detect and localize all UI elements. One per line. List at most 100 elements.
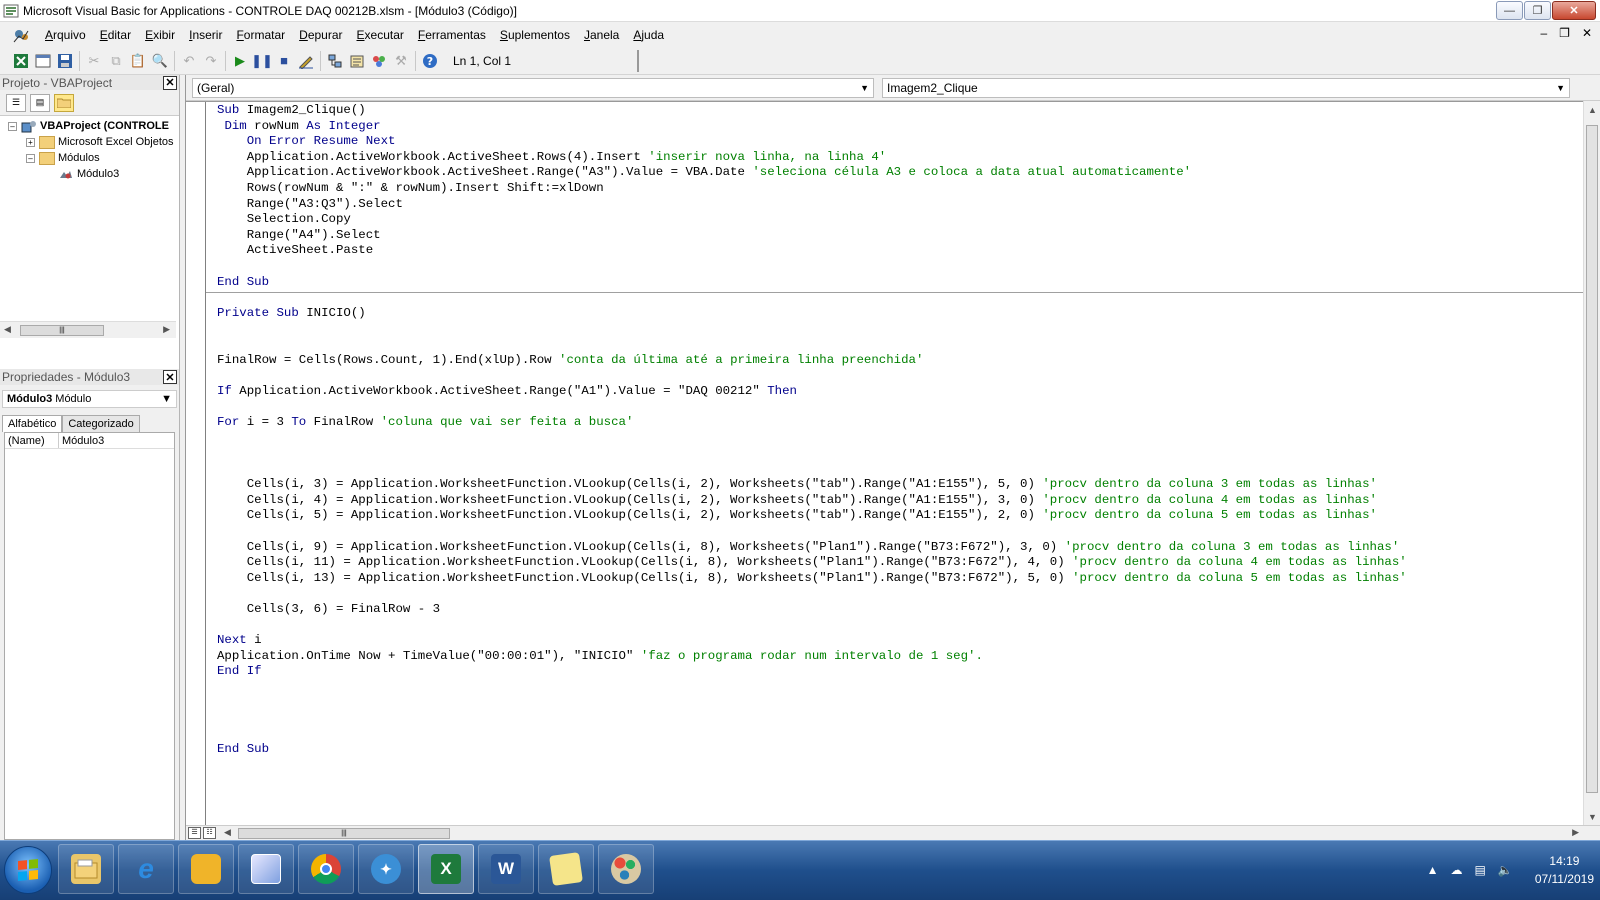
menu-ferramentas[interactable]: Ferramentas [411,28,493,42]
toggle-folders-button[interactable] [54,93,74,112]
scroll-right-arrow-icon[interactable]: ▶ [1572,827,1579,838]
menu-ajuda[interactable]: Ajuda [626,28,671,42]
scroll-left-arrow-icon[interactable]: ◀ [224,827,231,838]
paste-button[interactable]: 📋 [127,50,149,72]
tree-node-vbaproject[interactable]: – VBAProject (CONTROLE [8,118,169,134]
procedure-view-button[interactable]: ☰ [188,827,201,839]
object-browser-button[interactable] [368,50,390,72]
break-button[interactable]: ❚❚ [251,50,273,72]
code-line[interactable] [217,727,1407,743]
taskbar-network[interactable]: ✦ [358,844,414,894]
code-line[interactable] [217,462,1407,478]
code-text[interactable]: Sub Imagem2_Clique() Dim rowNum As Integ… [217,103,1407,758]
taskbar-internet-explorer[interactable]: e [118,844,174,894]
code-line[interactable] [217,680,1407,696]
tray-app-icon[interactable]: ☁ [1451,863,1463,877]
close-icon[interactable]: ✕ [163,370,177,384]
code-vertical-scrollbar[interactable]: ▲ ▼ [1583,101,1600,826]
code-line[interactable] [217,446,1407,462]
code-line[interactable] [217,618,1407,634]
menu-inserir[interactable]: Inserir [182,28,229,42]
chevron-down-icon[interactable]: ▼ [161,393,172,405]
code-line[interactable]: Application.OnTime Now + TimeValue("00:0… [217,649,1407,665]
code-line[interactable]: Private Sub INICIO() [217,306,1407,322]
taskbar-paint[interactable] [238,844,294,894]
menu-depurar[interactable]: Depurar [292,28,349,42]
object-combo[interactable]: (Geral) ▼ [192,77,874,98]
code-line[interactable]: End Sub [217,742,1407,758]
redo-button[interactable]: ↷ [200,50,222,72]
properties-window-button[interactable] [346,50,368,72]
full-module-view-button[interactable]: ☷ [203,827,216,839]
code-line[interactable]: Next i [217,633,1407,649]
code-line[interactable]: End If [217,664,1407,680]
code-line[interactable]: FinalRow = Cells(Rows.Count, 1).End(xlUp… [217,353,1407,369]
code-line[interactable]: Cells(i, 5) = Application.WorksheetFunct… [217,508,1407,524]
code-line[interactable] [217,259,1407,275]
save-button[interactable] [54,50,76,72]
code-editor[interactable]: Sub Imagem2_Clique() Dim rowNum As Integ… [186,101,1584,826]
design-mode-button[interactable] [295,50,317,72]
insert-module-button[interactable] [32,50,54,72]
view-object-button[interactable]: ▤ [30,93,50,112]
chevron-down-icon[interactable]: ▼ [860,83,869,93]
code-line[interactable] [217,524,1407,540]
scroll-right-arrow-icon[interactable]: ▶ [163,324,170,335]
code-line[interactable]: On Error Resume Next [217,134,1407,150]
toolbox-button[interactable]: ⚒ [390,50,412,72]
tree-node-excel-objects[interactable]: + Microsoft Excel Objetos [26,134,174,150]
mdi-close-button[interactable]: ✕ [1582,26,1592,40]
network-status-icon[interactable]: ▤ [1475,863,1486,877]
code-line[interactable]: ActiveSheet.Paste [217,243,1407,259]
scrollbar-thumb[interactable]: ||| [238,828,450,839]
object-selector[interactable]: Módulo3 Módulo ▼ [2,390,177,408]
mdi-minimize-button[interactable]: – [1540,26,1547,40]
code-line[interactable]: Cells(i, 11) = Application.WorksheetFunc… [217,555,1407,571]
code-line[interactable] [217,399,1407,415]
collapse-icon[interactable]: – [26,153,35,163]
volume-icon[interactable]: 🔈 [1498,863,1513,877]
code-line[interactable]: Sub Imagem2_Clique() [217,103,1407,119]
code-margin-indicator-bar[interactable] [186,102,206,826]
menu-formatar[interactable]: Formatar [229,28,292,42]
taskbar-word[interactable]: W [478,844,534,894]
project-explorer-button[interactable] [324,50,346,72]
code-line[interactable]: Cells(i, 4) = Application.WorksheetFunct… [217,493,1407,509]
taskbar-folder[interactable] [178,844,234,894]
code-line[interactable]: Dim rowNum As Integer [217,119,1407,135]
code-line[interactable] [217,696,1407,712]
tab-alfabetico[interactable]: Alfabético [2,415,63,432]
code-line[interactable]: Selection.Copy [217,212,1407,228]
view-code-button[interactable]: ☰ [6,93,26,112]
chevron-down-icon[interactable]: ▼ [1556,83,1565,93]
code-line[interactable]: End Sub [217,275,1407,291]
clock[interactable]: 14:19 07/11/2019 [1535,852,1594,888]
code-line[interactable] [217,586,1407,602]
tree-node-modules[interactable]: – Módulos [26,150,100,166]
code-line[interactable]: Application.ActiveWorkbook.ActiveSheet.R… [217,165,1407,181]
find-button[interactable]: 🔍 [149,50,171,72]
show-hidden-icons-icon[interactable]: ▲ [1427,863,1439,877]
scroll-down-arrow-icon[interactable]: ▼ [1588,812,1597,822]
code-line[interactable] [217,321,1407,337]
menu-arquivo[interactable]: Arquivo [38,28,93,42]
code-line[interactable] [217,711,1407,727]
code-line[interactable]: Range("A3:Q3").Select [217,197,1407,213]
property-row[interactable]: (Name) Módulo3 [5,433,174,449]
code-line[interactable] [217,368,1407,384]
minimize-button[interactable]: — [1496,1,1523,20]
copy-button[interactable]: ⧉ [105,50,127,72]
code-line[interactable] [217,430,1407,446]
reset-button[interactable]: ■ [273,50,295,72]
expand-icon[interactable]: + [26,137,35,147]
maximize-button[interactable]: ❐ [1524,1,1551,20]
tab-categorizado[interactable]: Categorizado [62,415,140,432]
mdi-restore-button[interactable]: ❐ [1559,26,1570,40]
code-line[interactable]: Cells(i, 13) = Application.WorksheetFunc… [217,571,1407,587]
scroll-left-arrow-icon[interactable]: ◀ [4,324,11,335]
code-line[interactable]: Cells(3, 6) = FinalRow - 3 [217,602,1407,618]
code-line[interactable]: Cells(i, 9) = Application.WorksheetFunct… [217,540,1407,556]
run-button[interactable]: ▶ [229,50,251,72]
close-icon[interactable]: ✕ [163,75,177,90]
code-line[interactable]: Application.ActiveWorkbook.ActiveSheet.R… [217,150,1407,166]
